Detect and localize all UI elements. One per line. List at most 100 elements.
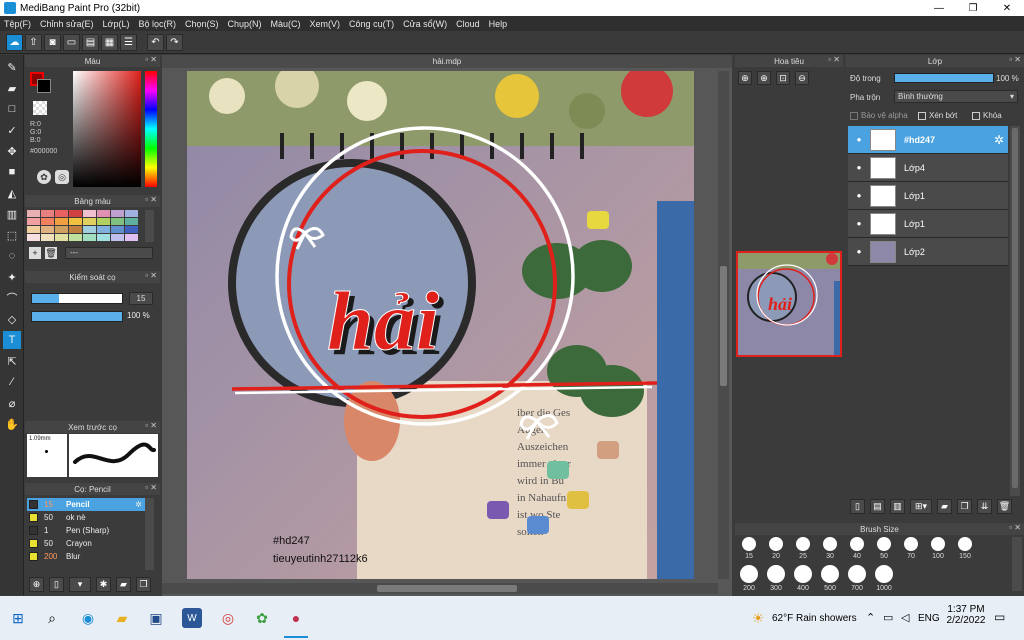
saturation-value-picker[interactable]: [73, 71, 141, 187]
select-eraser-tool-icon[interactable]: ◇: [3, 310, 21, 328]
palette-swatch[interactable]: [55, 218, 68, 225]
lasso-tool-icon[interactable]: ◌: [3, 247, 21, 265]
menu-snap[interactable]: Chụp(N): [228, 19, 262, 29]
folder-icon[interactable]: ▰: [937, 499, 952, 514]
maximize-button[interactable]: ❐: [956, 0, 990, 16]
menu-edit[interactable]: Chỉnh sửa(E): [40, 19, 94, 29]
chevron-up-icon[interactable]: ⌃: [866, 611, 875, 624]
clock[interactable]: 1:37 PM 2/2/2022: [946, 604, 986, 626]
brush-size-preset[interactable]: [958, 537, 972, 551]
palette-swatch[interactable]: [111, 210, 124, 217]
palette-select[interactable]: ---: [65, 247, 153, 259]
menu-help[interactable]: Help: [489, 19, 508, 29]
chat-icon[interactable]: ▭: [63, 33, 80, 51]
new-brush-icon[interactable]: ▯: [49, 577, 64, 592]
new-halftone-layer-icon[interactable]: ▤: [870, 499, 885, 514]
brush-size-preset[interactable]: [796, 537, 810, 551]
hand-tool-icon[interactable]: ✋: [3, 415, 21, 433]
copy-brush-icon[interactable]: ❐: [136, 577, 151, 592]
brush-size-preset[interactable]: [742, 537, 756, 551]
brush-size-slider[interactable]: [31, 293, 123, 304]
zoom-out-icon[interactable]: ⊖: [795, 71, 809, 85]
color-settings-icon[interactable]: ◎: [55, 170, 69, 184]
brush-size-preset[interactable]: [769, 537, 783, 551]
layer-item-hd247[interactable]: ● #hd247 ✲: [848, 126, 1008, 154]
brush-list-item[interactable]: 50 ok nè: [27, 511, 145, 524]
text-tool-icon[interactable]: T: [3, 331, 21, 349]
protect-alpha-checkbox[interactable]: Bảo vệ alpha: [850, 111, 908, 120]
palette-swatch[interactable]: [97, 234, 110, 241]
menu-color[interactable]: Màu(C): [271, 19, 301, 29]
palette-swatch[interactable]: [83, 234, 96, 241]
menu-cloud[interactable]: Cloud: [456, 19, 480, 29]
palette-swatch[interactable]: [69, 218, 82, 225]
eye-icon[interactable]: ●: [854, 163, 864, 173]
palette-swatch[interactable]: [41, 218, 54, 225]
comment-icon[interactable]: ◙: [44, 33, 61, 51]
brush-size-preset[interactable]: [823, 537, 837, 551]
brush-size-preset[interactable]: [875, 565, 893, 583]
eraser-tool-icon[interactable]: ▰: [3, 79, 21, 97]
palette-swatch[interactable]: [27, 226, 40, 233]
search-icon[interactable]: ⌕: [42, 608, 62, 628]
chrome-icon[interactable]: ◎: [218, 608, 238, 628]
duplicate-layer-icon[interactable]: ❐: [957, 499, 972, 514]
new-layer-icon[interactable]: ▯: [850, 499, 865, 514]
brush-settings-icon[interactable]: ✱: [96, 577, 111, 592]
gear-icon[interactable]: ✲: [994, 133, 1004, 147]
brush-size-value[interactable]: 15: [129, 292, 153, 305]
palette-swatch[interactable]: [27, 234, 40, 241]
palette-swatch[interactable]: [55, 210, 68, 217]
cloud-icon[interactable]: ☁: [6, 33, 23, 51]
menu-file[interactable]: Tệp(F): [4, 19, 31, 29]
add-brush-icon[interactable]: ⊕: [29, 577, 44, 592]
palette-swatch[interactable]: [97, 218, 110, 225]
eye-icon[interactable]: ●: [854, 191, 864, 201]
brush-opacity-slider[interactable]: [31, 311, 123, 322]
zoom-in-plus-icon[interactable]: ⊕: [757, 71, 771, 85]
palette-swatch[interactable]: [55, 234, 68, 241]
menu-tools[interactable]: Công cụ(T): [349, 19, 394, 29]
palette-scrollbar[interactable]: [145, 210, 154, 242]
language-indicator[interactable]: ENG: [918, 613, 940, 624]
panel-close-icon[interactable]: ▫ ✕: [145, 195, 157, 204]
weather-icon[interactable]: ☀: [748, 608, 768, 628]
brush-size-preset[interactable]: [821, 565, 839, 583]
palette-swatch[interactable]: [97, 226, 110, 233]
transparent-swatch[interactable]: [33, 101, 47, 115]
menu-filter[interactable]: Bộ lọc(R): [138, 19, 176, 29]
menu-view[interactable]: Xem(V): [310, 19, 341, 29]
divide-tool-icon[interactable]: ⁄: [3, 373, 21, 391]
brush-list-item[interactable]: 1 Pen (Sharp): [27, 524, 145, 537]
color-wheel-icon[interactable]: ✿: [37, 170, 51, 184]
palette-swatch[interactable]: [83, 210, 96, 217]
clipping-checkbox[interactable]: Xén bớt: [918, 111, 957, 120]
brush-size-preset[interactable]: [848, 565, 866, 583]
palette-swatch[interactable]: [41, 234, 54, 241]
layer-item[interactable]: ● Lớp1: [848, 182, 1008, 210]
pen-tool-icon[interactable]: ✓: [3, 121, 21, 139]
palette-swatch[interactable]: [41, 210, 54, 217]
canvas-vertical-scrollbar[interactable]: [718, 71, 729, 579]
gear-icon[interactable]: ✲: [135, 500, 142, 509]
palette-swatch[interactable]: [111, 218, 124, 225]
select-pen-tool-icon[interactable]: ⌒: [3, 289, 21, 307]
app-green-icon[interactable]: ✿: [252, 608, 272, 628]
new-8bit-layer-icon[interactable]: ▥: [890, 499, 905, 514]
palette-swatch[interactable]: [83, 226, 96, 233]
layer-list-scrollbar[interactable]: [1010, 126, 1020, 496]
merge-layer-icon[interactable]: ⇊: [977, 499, 992, 514]
canvas-tab[interactable]: hải.mdp: [162, 55, 732, 68]
move-tool-icon[interactable]: ✥: [3, 142, 21, 160]
palette-swatch[interactable]: [125, 210, 138, 217]
brush-size-preset[interactable]: [794, 565, 812, 583]
windows-start-icon[interactable]: ⊞: [8, 608, 28, 628]
weather-text[interactable]: 62°F Rain showers: [772, 613, 857, 624]
fill-rect-tool-icon[interactable]: ■: [3, 163, 21, 181]
brush-size-preset[interactable]: [767, 565, 785, 583]
brush-size-preset[interactable]: [740, 565, 758, 583]
magic-wand-tool-icon[interactable]: ✦: [3, 268, 21, 286]
panel-close-icon[interactable]: ▫ ✕: [1009, 55, 1021, 64]
brush-size-preset[interactable]: [904, 537, 918, 551]
file-explorer-icon[interactable]: ▰: [112, 608, 132, 628]
